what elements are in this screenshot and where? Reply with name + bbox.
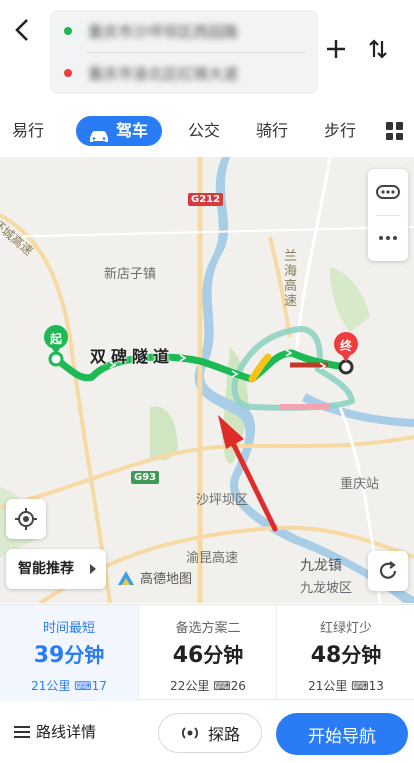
map-label-shapingba: 沙坪坝区 [196,493,249,508]
gaode-logo: 高德地图 [116,568,192,587]
traffic-light-icon: ⌨ [74,679,92,693]
address-box: 重庆市沙坪坝区西园路 重庆市渝北区红锦大道 [50,10,318,94]
explore-route-button[interactable]: 探路 [158,713,262,753]
tab-walk[interactable]: 步行 [324,116,356,146]
locate-button[interactable] [6,499,46,539]
route-options: 时间最短 39分钟 21公里 ⌨17 备选方案二 46分钟 22公里 ⌨26 红… [0,604,414,701]
start-marker-label: 起 [50,332,63,346]
swap-button[interactable] [364,38,392,66]
tab-bus[interactable]: 公交 [188,116,220,146]
start-navigation-label: 开始导航 [308,726,376,747]
route-option-time: 48分钟 [310,643,382,668]
map-label-tunnel: 双碑隧道 [90,347,175,366]
triangle-right-icon [90,564,96,574]
map-label-lanhai: 兰海高速 [284,249,298,309]
route-option-label: 红绿灯少 [319,621,372,636]
map-label-jiulongpo: 九龙坡区 [300,581,353,596]
route-details-label: 路线详情 [36,723,97,741]
traffic-icon [376,185,400,199]
route-option-meta: 21公里 ⌨13 [308,679,384,693]
gaode-logo-text: 高德地图 [140,572,193,587]
origin-row[interactable]: 重庆市沙坪坝区西园路 [50,10,318,52]
gaode-logo-icon [118,570,134,585]
app-root: 重庆市沙坪坝区西园路 重庆市渝北区红锦大道 易行 驾车 公交 骑行 步行 起 终… [0,0,414,763]
mode-tabs: 易行 驾车 公交 骑行 步行 [0,108,414,152]
route-option-alt2[interactable]: 备选方案二 46分钟 22公里 ⌨26 [138,605,276,701]
origin-dot-icon [64,27,72,35]
tab-bike[interactable]: 骑行 [256,116,288,146]
start-navigation-button[interactable]: 开始导航 [276,713,408,755]
destination-address[interactable]: 重庆市渝北区红锦大道 [88,63,298,84]
traffic-light-icon: ⌨ [351,679,369,693]
explore-route-label: 探路 [207,725,240,744]
car-icon [88,124,110,142]
traffic-toggle-button[interactable] [368,169,408,215]
traffic-light-icon: ⌨ [213,679,231,693]
map-label-jiulongzhen: 九龙镇 [300,558,342,574]
end-marker-label: 终 [340,339,353,353]
map-canvas [0,157,414,603]
refresh-icon [379,561,397,579]
more-modes-grid-icon[interactable] [386,122,404,140]
add-waypoint-button[interactable] [322,38,350,66]
bottom-bar: 路线详情 探路 开始导航 [0,701,414,763]
map-label-xindianzi: 新店子镇 [104,267,157,282]
route-option-label: 备选方案二 [175,621,241,636]
swap-icon [369,39,387,59]
route-option-label: 时间最短 [42,621,95,636]
route-option-meta: 22公里 ⌨26 [170,679,246,693]
map-tools-panel [368,169,408,261]
route-header: 重庆市沙坪坝区西园路 重庆市渝北区红锦大道 [0,0,414,100]
back-button[interactable] [8,14,36,46]
road-badge-g93: G93 [131,471,160,484]
route-details-button[interactable]: 路线详情 [14,721,96,742]
tab-drive[interactable]: 驾车 [76,116,163,146]
route-map[interactable]: 起 终 新店子镇 双碑隧道 沙坪坝区 渝昆高速 九龙镇 九龙坡区 重庆站 兰海高… [0,157,414,603]
route-option-fewer-lights[interactable]: 红绿灯少 48分钟 21公里 ⌨13 [276,605,414,701]
more-dots-icon [379,236,397,240]
origin-address[interactable]: 重庆市沙坪坝区西园路 [88,21,298,42]
route-option-fastest[interactable]: 时间最短 39分钟 21公里 ⌨17 [0,605,138,701]
tab-easy[interactable]: 易行 [12,116,44,146]
smart-recommend-button[interactable]: 智能推荐 [6,549,106,589]
destination-dot-icon [64,69,72,77]
tab-drive-label: 驾车 [116,121,149,140]
plus-icon [327,40,345,58]
back-arrow-icon [15,19,28,41]
route-option-time: 46分钟 [172,643,244,668]
locate-icon [15,508,37,530]
road-badge-g212: G212 [188,193,224,206]
destination-row[interactable]: 重庆市渝北区红锦大道 [50,52,318,94]
map-label-yukun: 渝昆高速 [186,551,239,566]
radar-icon [181,727,198,739]
list-icon [14,725,30,738]
more-options-button[interactable] [368,215,408,261]
refresh-button[interactable] [368,551,408,591]
map-label-chongqing-station: 重庆站 [340,477,380,492]
route-option-time: 39分钟 [33,643,105,668]
route-option-meta: 21公里 ⌨17 [31,679,107,693]
smart-recommend-label: 智能推荐 [18,561,74,577]
